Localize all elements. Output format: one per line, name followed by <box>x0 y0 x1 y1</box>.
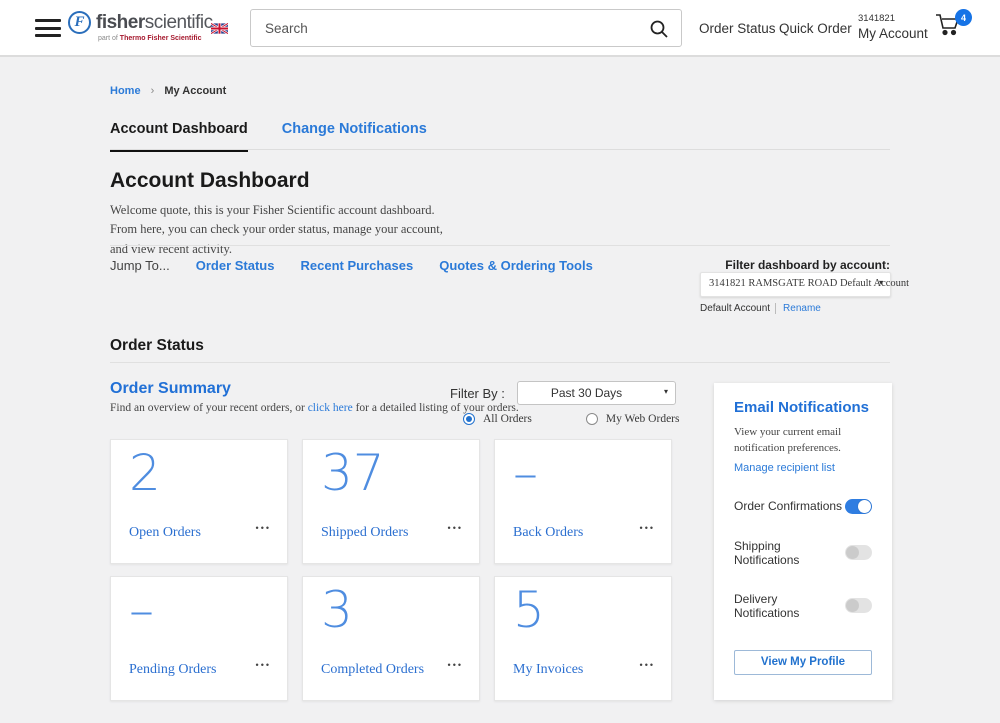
my-invoices-card: 5 My Invoices ••• <box>494 576 672 701</box>
completed-orders-link[interactable]: Completed Orders <box>321 662 424 678</box>
jump-to-row: Jump To... Order Status Recent Purchases… <box>110 258 593 273</box>
completed-orders-card: 3 Completed Orders ••• <box>302 576 480 701</box>
shipping-notifications-row: Shipping Notifications <box>734 539 872 567</box>
order-summary-title: Order Summary <box>110 380 231 398</box>
jump-link-recent-purchases[interactable]: Recent Purchases <box>300 258 413 273</box>
card-count: – <box>513 444 538 502</box>
page-title: Account Dashboard <box>110 169 310 193</box>
jump-link-order-status[interactable]: Order Status <box>196 258 275 273</box>
email-notifications-title: Email Notifications <box>734 399 872 416</box>
date-filter-value: Past 30 Days <box>518 386 655 400</box>
welcome-text: Welcome quote, this is your Fisher Scien… <box>110 201 462 259</box>
shipped-orders-link[interactable]: Shipped Orders <box>321 525 409 541</box>
all-orders-label[interactable]: All Orders <box>483 413 532 425</box>
back-orders-card: – Back Orders ••• <box>494 439 672 564</box>
my-web-orders-label[interactable]: My Web Orders <box>606 413 680 425</box>
divider <box>110 245 890 246</box>
card-count: 3 <box>321 581 353 639</box>
logo-tagline: part of Thermo Fisher Scientific <box>98 35 213 42</box>
all-orders-radio[interactable]: All Orders <box>463 413 532 425</box>
breadcrumb: Home › My Account <box>110 85 226 97</box>
order-status-section-title: Order Status <box>110 337 204 355</box>
delivery-notifications-label: Delivery Notifications <box>734 592 845 620</box>
ellipsis-menu-icon[interactable]: ••• <box>640 523 655 533</box>
order-confirmations-label: Order Confirmations <box>734 499 842 513</box>
radio-icon[interactable] <box>586 413 598 425</box>
logo-f-icon: F <box>68 11 91 34</box>
open-orders-card: 2 Open Orders ••• <box>110 439 288 564</box>
divider <box>110 362 890 363</box>
card-count: 5 <box>513 581 545 639</box>
account-filter-label: Filter dashboard by account: <box>700 258 890 272</box>
filter-by-label: Filter By : <box>450 386 505 401</box>
card-count: 37 <box>321 444 385 502</box>
search-icon[interactable] <box>649 18 671 40</box>
jump-link-quotes-ordering-tools[interactable]: Quotes & Ordering Tools <box>439 258 593 273</box>
tabs-divider <box>110 149 890 150</box>
default-account-label: Default Account <box>700 303 770 314</box>
ellipsis-menu-icon[interactable]: ••• <box>448 523 463 533</box>
account-tabs: Account Dashboard Change Notifications <box>110 121 427 152</box>
my-account-menu[interactable]: 3141821 My Account <box>858 13 928 41</box>
hamburger-menu-icon[interactable] <box>35 19 61 38</box>
top-header: F fisherscientific part of Thermo Fisher… <box>0 0 1000 57</box>
pending-orders-card: – Pending Orders ••• <box>110 576 288 701</box>
breadcrumb-home-link[interactable]: Home <box>110 85 141 97</box>
chevron-down-icon: ▾ <box>664 387 668 396</box>
header-order-status-link[interactable]: Order Status <box>699 21 776 36</box>
my-invoices-link[interactable]: My Invoices <box>513 662 583 678</box>
my-account-label: My Account <box>858 26 928 41</box>
shipped-orders-card: 37 Shipped Orders ••• <box>302 439 480 564</box>
order-summary-subtext: Find an overview of your recent orders, … <box>110 402 519 414</box>
delivery-notifications-row: Delivery Notifications <box>734 592 872 620</box>
header-quick-order-link[interactable]: Quick Order <box>779 21 852 36</box>
view-my-profile-button[interactable]: View My Profile <box>734 650 872 675</box>
ellipsis-menu-icon[interactable]: ••• <box>256 660 271 670</box>
uk-flag-icon[interactable] <box>211 23 228 34</box>
delivery-notifications-toggle[interactable] <box>845 598 872 613</box>
email-notifications-description: View your current email notification pre… <box>734 425 872 457</box>
cart-count-badge: 4 <box>955 9 972 26</box>
radio-icon[interactable] <box>463 413 475 425</box>
ellipsis-menu-icon[interactable]: ••• <box>640 660 655 670</box>
rename-account-link[interactable]: Rename <box>775 303 821 314</box>
cart-icon[interactable]: 4 <box>934 11 972 47</box>
breadcrumb-separator-icon: › <box>151 85 155 97</box>
breadcrumb-current: My Account <box>164 85 226 97</box>
chevron-down-icon: ▾ <box>879 278 883 287</box>
tab-account-dashboard[interactable]: Account Dashboard <box>110 121 248 152</box>
order-summary-cards: 2 Open Orders ••• 37 Shipped Orders ••• … <box>110 439 672 701</box>
fisher-scientific-logo[interactable]: F fisherscientific part of Thermo Fisher… <box>68 11 213 42</box>
account-number: 3141821 <box>858 13 928 24</box>
card-count: – <box>129 581 154 639</box>
my-web-orders-radio[interactable]: My Web Orders <box>586 413 680 425</box>
shipping-notifications-label: Shipping Notifications <box>734 539 845 567</box>
order-confirmations-row: Order Confirmations <box>734 499 872 514</box>
manage-recipient-list-link[interactable]: Manage recipient list <box>734 462 872 474</box>
account-filter-dropdown[interactable]: 3141821 RAMSGATE ROAD Default Account ▾ <box>700 272 891 297</box>
orders-radio-row: All Orders My Web Orders <box>463 413 679 425</box>
search-box <box>250 9 682 47</box>
email-notifications-panel: Email Notifications View your current em… <box>714 383 892 700</box>
pending-orders-link[interactable]: Pending Orders <box>129 662 217 678</box>
ellipsis-menu-icon[interactable]: ••• <box>448 660 463 670</box>
back-orders-link[interactable]: Back Orders <box>513 525 583 541</box>
shipping-notifications-toggle[interactable] <box>845 545 872 560</box>
click-here-link[interactable]: click here <box>308 402 353 414</box>
account-meta-row: Default Account Rename <box>700 303 821 314</box>
search-input[interactable] <box>251 10 641 46</box>
date-filter-dropdown[interactable]: Past 30 Days ▾ <box>517 381 676 405</box>
card-count: 2 <box>129 444 161 502</box>
tab-change-notifications[interactable]: Change Notifications <box>282 121 427 152</box>
order-confirmations-toggle[interactable] <box>845 499 872 514</box>
ellipsis-menu-icon[interactable]: ••• <box>256 523 271 533</box>
logo-wordmark: fisherscientific <box>96 12 213 34</box>
open-orders-link[interactable]: Open Orders <box>129 525 201 541</box>
jump-to-label: Jump To... <box>110 258 170 273</box>
